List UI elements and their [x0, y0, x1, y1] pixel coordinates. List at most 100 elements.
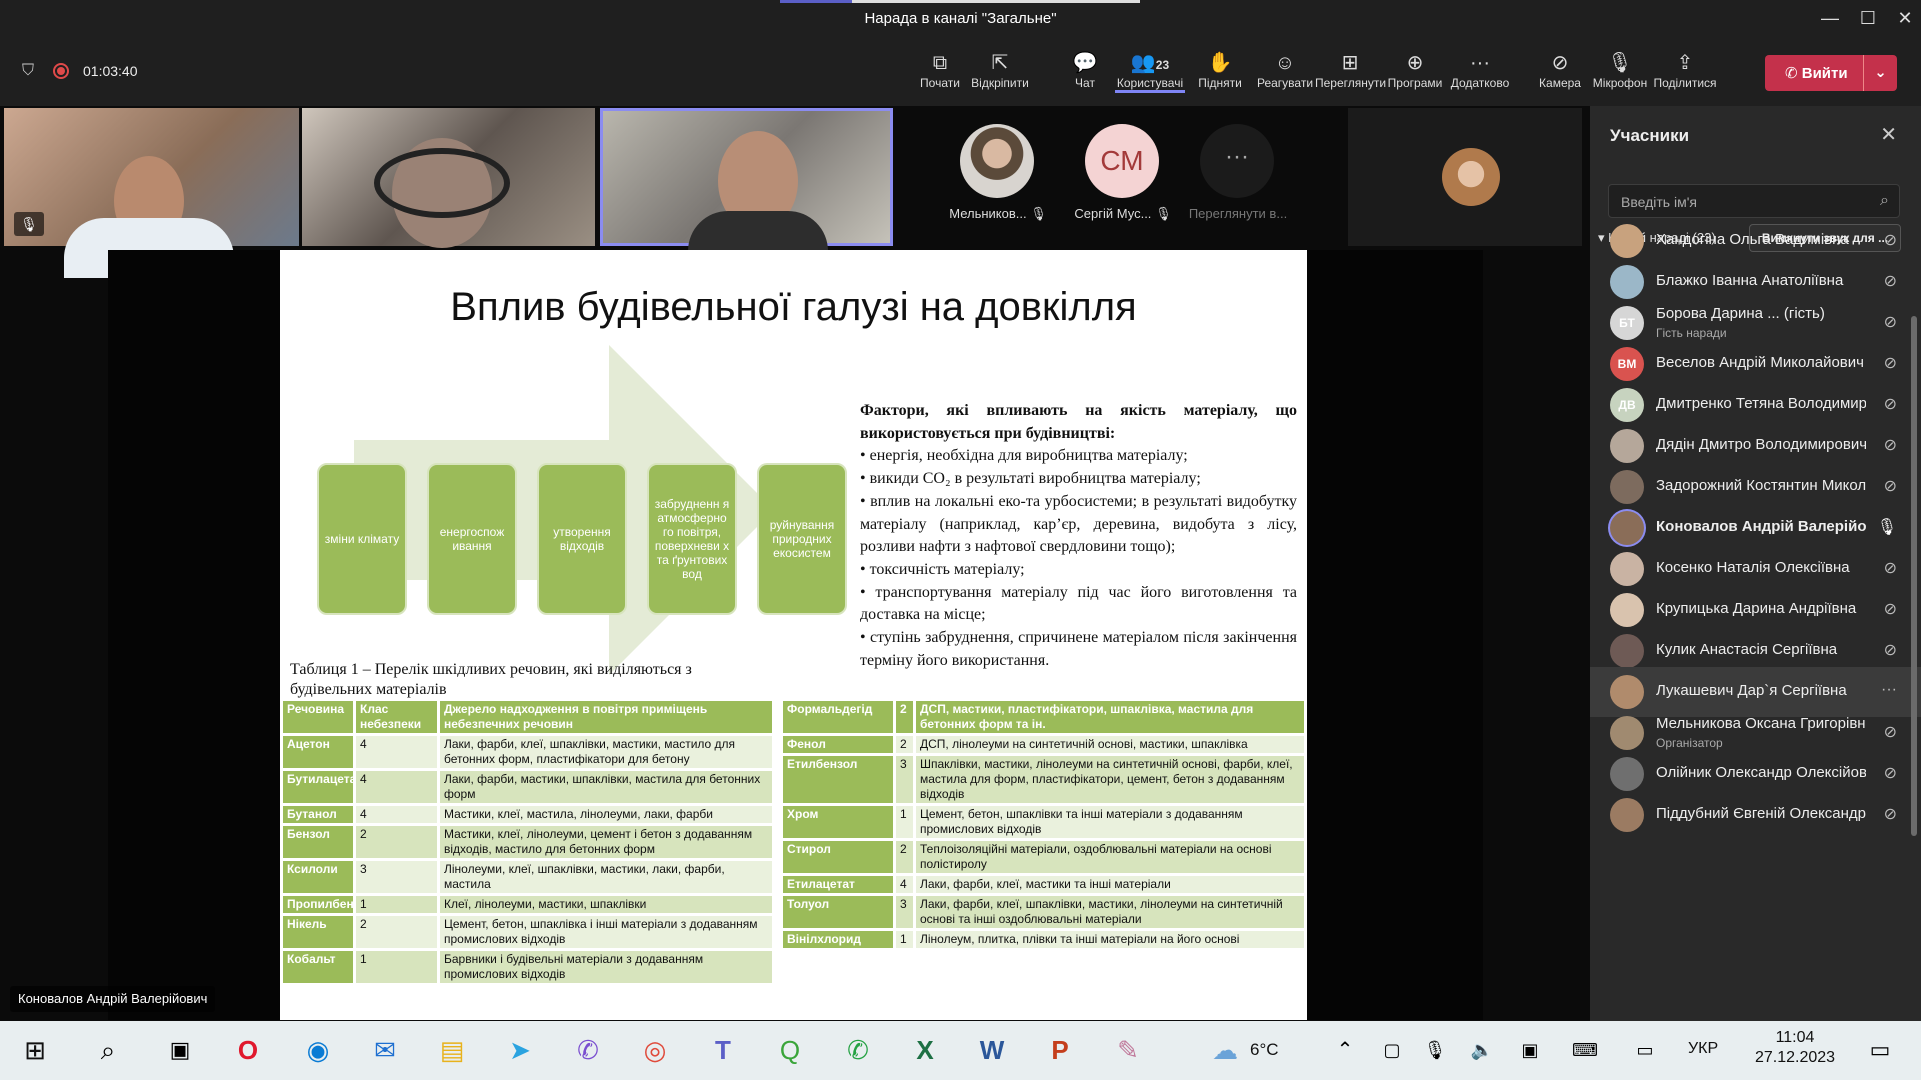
avatar-serhii[interactable]: СМ	[1085, 124, 1159, 198]
scrollbar[interactable]	[1911, 316, 1917, 836]
factor-item: • енергія, необхідна для виробництва мат…	[860, 447, 1188, 465]
mic-off-icon: ⊘	[1883, 273, 1897, 290]
view-icon: ⊞	[1341, 52, 1359, 74]
more-icon[interactable]: ···	[1881, 681, 1897, 699]
minimize-button[interactable]: —	[1815, 8, 1845, 29]
whatsapp-icon[interactable]: ✆	[838, 1030, 878, 1070]
mic-off-icon: ⊘	[1883, 396, 1897, 413]
powerpoint-icon[interactable]: P	[1040, 1030, 1080, 1070]
mic-off-icon: 🎙	[14, 212, 44, 236]
more-icon[interactable]: ···	[1200, 124, 1274, 198]
participant-name: Хандогіна Ольга Вадимівна	[1656, 231, 1849, 248]
table-caption: Таблиця 1 – Перелік шкідливих речовин, я…	[290, 661, 692, 698]
file-explorer-icon[interactable]: ▤	[432, 1030, 472, 1070]
table-header: Речовина	[280, 698, 356, 736]
table-row: Етилбензол 3 Шпаклівки, мастики, лінолеуми…	[780, 753, 1307, 806]
substance-cell: Ацетон	[280, 733, 356, 771]
source-cell: ДСП, лінолеуми на синтетичній основі, ма…	[913, 733, 1307, 756]
table-row: Кобальт 1 Барвники і будівельні матеріали …	[280, 948, 775, 986]
table-row: Бутанол 4 Мастики, клеї, мастила, лінолеум…	[280, 803, 775, 826]
chrome-icon[interactable]: ◎	[635, 1030, 675, 1070]
edge-icon[interactable]: ◉	[298, 1030, 338, 1070]
substances-table-left: Речовина Клас небезпеки Джерело надходже…	[280, 698, 775, 986]
mic-off-icon: ⊘	[1883, 601, 1897, 618]
clock[interactable]: 11:04 27.12.2023	[1745, 1029, 1845, 1067]
toolbar-smile-button[interactable]: ☺ Реагувати	[1250, 50, 1320, 90]
toolbar-label: Додатково	[1450, 76, 1510, 90]
maximize-button[interactable]: ☐	[1853, 8, 1883, 29]
excel-icon[interactable]: X	[905, 1030, 945, 1070]
table-row: Ксилоли 3 Лінолеуми, клеї, шпаклівки, маст…	[280, 858, 775, 896]
toolbar-view-button[interactable]: ⊞ Переглянути	[1315, 50, 1386, 90]
telegram-icon[interactable]: ➤	[500, 1030, 540, 1070]
participant-role: Гість наради	[1656, 326, 1727, 340]
teams-icon[interactable]: T	[703, 1030, 743, 1070]
video-tile-3-active-speaker[interactable]	[600, 108, 893, 251]
display-icon[interactable]: ▭	[1625, 1030, 1665, 1070]
opera-icon[interactable]: O	[228, 1030, 268, 1070]
table-row: Ацетон 4 Лаки, фарби, клеї, шпаклівки, мас…	[280, 733, 775, 771]
microphone-icon[interactable]: 🎙	[1415, 1030, 1455, 1070]
toolbar-hand-button[interactable]: ✋ Підняти	[1185, 50, 1255, 90]
participant-role: Організатор	[1656, 736, 1723, 750]
meet-now-icon[interactable]: ▢	[1372, 1030, 1412, 1070]
video-tile-2[interactable]	[302, 108, 595, 248]
weather-temp[interactable]: 6°C	[1250, 1040, 1279, 1060]
substance-cell: Бутанол	[280, 803, 356, 826]
substance-cell: Вінілхлорид	[780, 928, 896, 951]
participant-name: Борова Дарина ... (гість)	[1656, 305, 1825, 322]
title-bar: Нарада в каналі "Загальне" — ☐ ✕	[0, 0, 1921, 40]
leave-button[interactable]: ✆ Вийти ⌄	[1765, 55, 1897, 91]
hazard-class-cell: 4	[353, 768, 440, 806]
search-icon[interactable]: ⌕	[88, 1030, 128, 1070]
mic-off-icon: ⊘	[1883, 806, 1897, 823]
toolbar-chat-button[interactable]: 💬 Чат	[1050, 50, 1120, 90]
participant-row[interactable]: Піддубний Євгеній Олександро... ⊘	[1590, 790, 1921, 840]
toolbar-more-button[interactable]: ··· Додатково	[1445, 50, 1515, 90]
hazard-class-cell: 3	[893, 753, 916, 806]
notifications-icon[interactable]: ▭	[1860, 1030, 1900, 1070]
avatar-label-1: Мельников... 🎙	[949, 206, 1047, 221]
mail-icon[interactable]: ✉	[365, 1030, 405, 1070]
language-indicator[interactable]: УКР	[1688, 1040, 1718, 1058]
hazard-class-cell: 4	[353, 803, 440, 826]
task-view-icon[interactable]: ▣	[160, 1030, 200, 1070]
toolbar-label: Користувачі	[1116, 76, 1184, 90]
keyboard-icon[interactable]: ⌨	[1565, 1030, 1605, 1070]
mic-off-icon: ⊘	[1883, 437, 1897, 454]
impact-box-4: забрудненн я атмосферно го повітря, пове…	[647, 463, 737, 615]
toolbar-people-button[interactable]: 👥23 Користувачі	[1115, 50, 1185, 93]
close-icon[interactable]: ✕	[1880, 122, 1897, 147]
viber-icon[interactable]: ✆	[568, 1030, 608, 1070]
toolbar-apps-button[interactable]: ⊕ Програми	[1380, 50, 1450, 90]
substance-cell: Кобальт	[280, 948, 356, 986]
slide-title: Вплив будівельної галузі на довкілля	[450, 285, 1137, 329]
video-tile-1[interactable]: 🎙	[4, 108, 299, 278]
network-icon[interactable]: ▣	[1510, 1030, 1550, 1070]
windows-start-icon[interactable]: ⊞	[15, 1030, 55, 1070]
chevron-down-icon[interactable]: ⌄	[1863, 55, 1897, 91]
toolbar-mic-off-button[interactable]: 🎙 Мікрофон	[1585, 50, 1655, 90]
substance-cell: Ксилоли	[280, 858, 356, 896]
avatar	[1610, 224, 1644, 258]
source-cell: Шпаклівки, мастики, лінолеуми на синтети…	[913, 753, 1307, 806]
qgis-icon[interactable]: Q	[770, 1030, 810, 1070]
mic-off-icon: ⊘	[1883, 642, 1897, 659]
view-all-label[interactable]: Переглянути в...	[1183, 206, 1293, 221]
self-video-tile[interactable]	[1348, 108, 1582, 246]
toolbar-share-button[interactable]: ⇪ Поділитися	[1650, 50, 1720, 90]
chevron-up-icon[interactable]: ⌃	[1325, 1030, 1365, 1070]
volume-icon[interactable]: 🔈	[1462, 1030, 1502, 1070]
paint-icon[interactable]: ✎	[1108, 1030, 1148, 1070]
hazard-class-cell: 1	[893, 803, 916, 841]
table-header: 2	[893, 698, 916, 736]
pop-out-icon: ⇱	[991, 52, 1009, 74]
avatar	[1610, 675, 1644, 709]
source-cell: Мастики, клеї, лінолеуми, цемент і бетон…	[437, 823, 775, 861]
avatar-melnykova[interactable]	[960, 124, 1034, 198]
toolbar-pop-out-button[interactable]: ⇱ Відкріпити	[965, 50, 1035, 90]
participant-search-input[interactable]: Введіть ім'я ⌕	[1608, 184, 1900, 218]
word-icon[interactable]: W	[972, 1030, 1012, 1070]
hand-icon: ✋	[1207, 52, 1233, 74]
close-window-button[interactable]: ✕	[1890, 8, 1920, 29]
